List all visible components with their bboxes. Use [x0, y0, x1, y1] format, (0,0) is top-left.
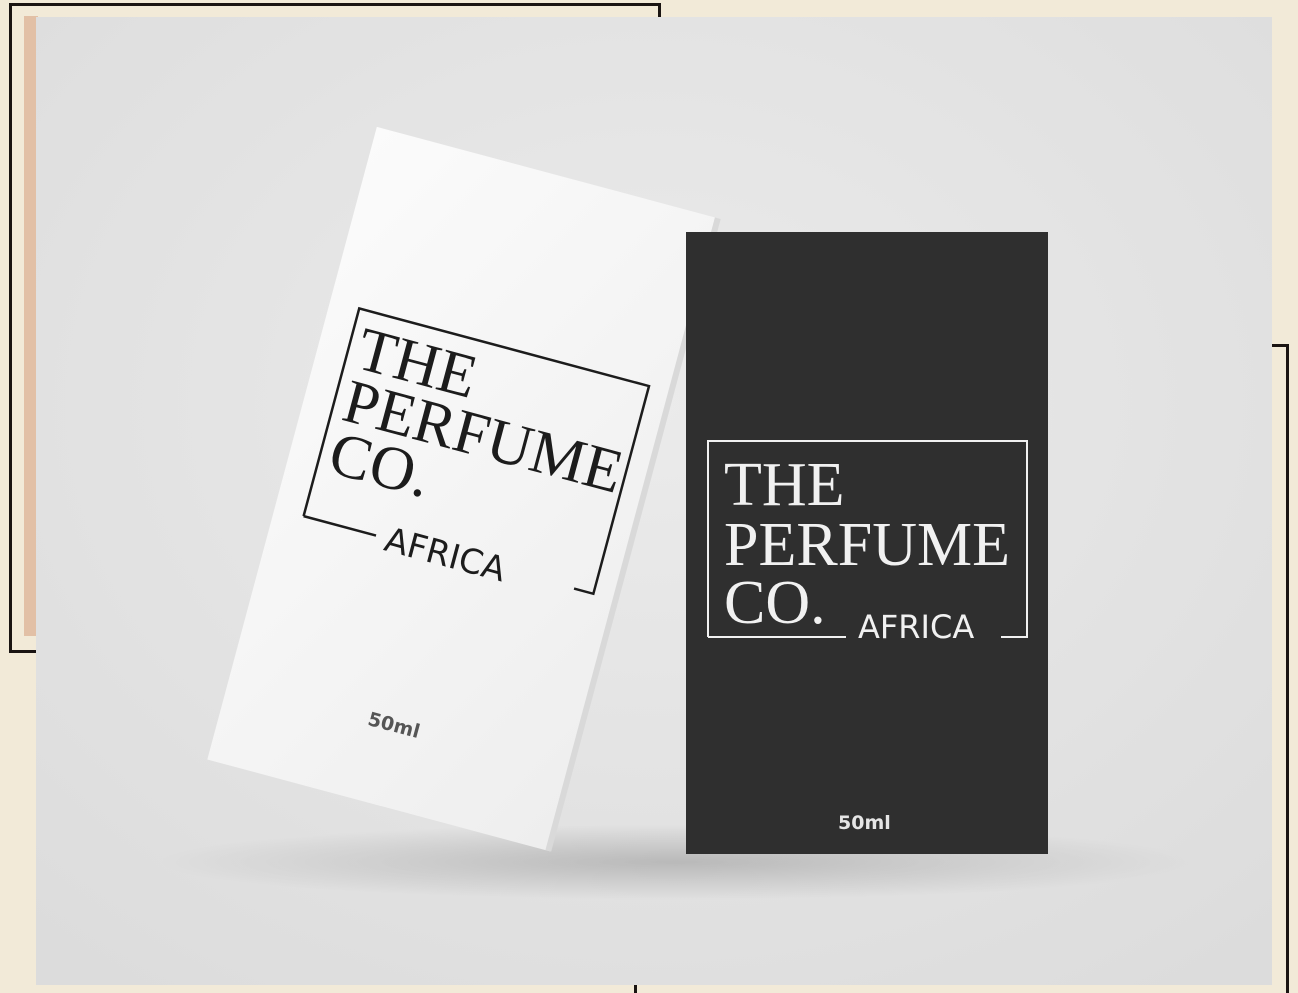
black-box-region: AFRICA — [858, 608, 974, 646]
product-photo: THE PERFUME CO. AFRICA 50ml THE PERFUME … — [36, 17, 1272, 985]
black-box-volume: 50ml — [838, 812, 891, 834]
black-box-brand-line-3: CO. — [724, 569, 826, 637]
black-box-brand-line-1: THE — [724, 451, 845, 519]
black-perfume-box: THE PERFUME CO. AFRICA 50ml — [686, 232, 1048, 854]
